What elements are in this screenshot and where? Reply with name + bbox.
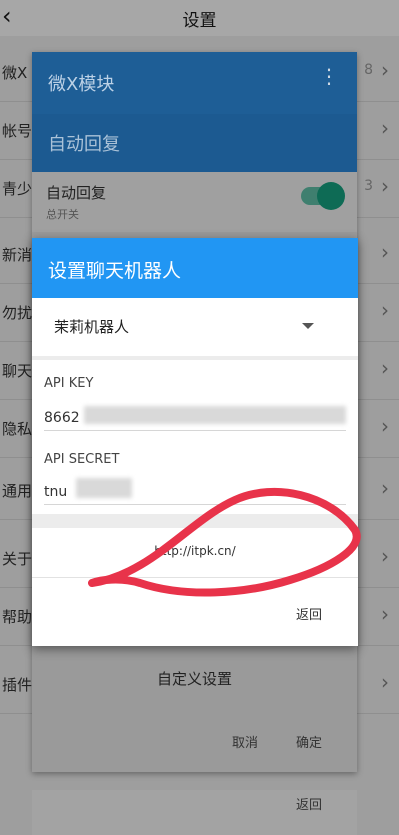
- api-key-underline: [44, 430, 346, 431]
- api-secret-field[interactable]: tnu: [44, 484, 67, 500]
- chevron-right-icon: ›: [381, 414, 389, 438]
- chevron-right-icon: ›: [381, 670, 389, 694]
- lower-dialog-strip: 返回: [32, 790, 357, 835]
- confirm-button[interactable]: 确定: [296, 732, 322, 751]
- chevron-right-icon: ›: [381, 356, 389, 380]
- page-title: 设置: [182, 11, 217, 31]
- back-button[interactable]: 返回: [296, 794, 322, 813]
- api-secret-redaction: [76, 478, 132, 498]
- chatbot-dialog-header: 设置聊天机器人: [32, 238, 358, 298]
- settings-row-label: 隐私: [2, 420, 33, 438]
- module-dialog-header: 微X模块 ⋮: [32, 52, 357, 114]
- settings-row-value: 3: [364, 178, 373, 194]
- settings-row-label: 青少: [2, 180, 33, 198]
- auto-reply-title: 自动回复: [46, 184, 107, 202]
- module-dialog-actions: 取消 确定: [32, 720, 357, 760]
- api-key-redaction: [84, 406, 346, 424]
- settings-row-label: 勿扰: [2, 304, 33, 322]
- top-bar: ‹ 设置: [0, 0, 399, 36]
- chevron-right-icon: ›: [381, 544, 389, 568]
- api-secret-underline: [44, 504, 346, 505]
- section-title: 自动回复: [48, 134, 120, 155]
- settings-row-label: 关于: [2, 550, 33, 568]
- bot-select[interactable]: 茉莉机器人: [32, 298, 358, 360]
- chevron-right-icon: ›: [381, 476, 389, 500]
- settings-row-label: 帐号: [2, 122, 33, 140]
- dropdown-arrow-icon: [302, 323, 314, 329]
- website-link[interactable]: http://itpk.cn/: [32, 530, 358, 578]
- custom-settings-label: 自定义设置: [156, 670, 232, 688]
- chevron-right-icon: ›: [381, 602, 389, 626]
- bot-back-button[interactable]: 返回: [296, 604, 322, 623]
- settings-row-label: 微X: [2, 64, 28, 82]
- chevron-right-icon: ›: [381, 240, 389, 264]
- chevron-right-icon: ›: [381, 116, 389, 140]
- chatbot-dialog: 设置聊天机器人 茉莉机器人 API KEY 8662 API SECRET tn…: [32, 238, 358, 646]
- auto-reply-switch-knob[interactable]: [317, 182, 345, 210]
- settings-row-label: 新消: [2, 246, 33, 264]
- chevron-right-icon: ›: [381, 174, 389, 198]
- cancel-button[interactable]: 取消: [232, 732, 258, 751]
- module-dialog-title: 微X模块: [48, 74, 115, 95]
- chatbot-dialog-title: 设置聊天机器人: [48, 260, 182, 282]
- settings-row-label: 通用: [2, 482, 33, 500]
- api-key-label: API KEY: [44, 376, 94, 391]
- auto-reply-subtitle: 总开关: [46, 208, 79, 221]
- more-vert-icon[interactable]: ⋮: [319, 66, 339, 86]
- bot-select-value: 茉莉机器人: [54, 318, 130, 336]
- chevron-right-icon: ›: [381, 58, 389, 82]
- website-link-text: http://itpk.cn/: [154, 544, 236, 558]
- auto-reply-toggle-row[interactable]: 自动回复 总开关: [32, 172, 357, 232]
- settings-row-label: 聊天: [2, 362, 33, 380]
- chevron-right-icon: ›: [381, 298, 389, 322]
- api-secret-label: API SECRET: [44, 452, 120, 467]
- api-key-field[interactable]: 8662: [44, 410, 80, 426]
- divider: [32, 514, 358, 528]
- settings-row-value: 8: [364, 62, 373, 78]
- custom-settings-row[interactable]: 自定义设置: [32, 652, 357, 704]
- section-header-auto-reply: 自动回复: [32, 114, 357, 172]
- settings-row-label: 插件: [2, 676, 33, 694]
- settings-row-label: 帮助: [2, 608, 33, 626]
